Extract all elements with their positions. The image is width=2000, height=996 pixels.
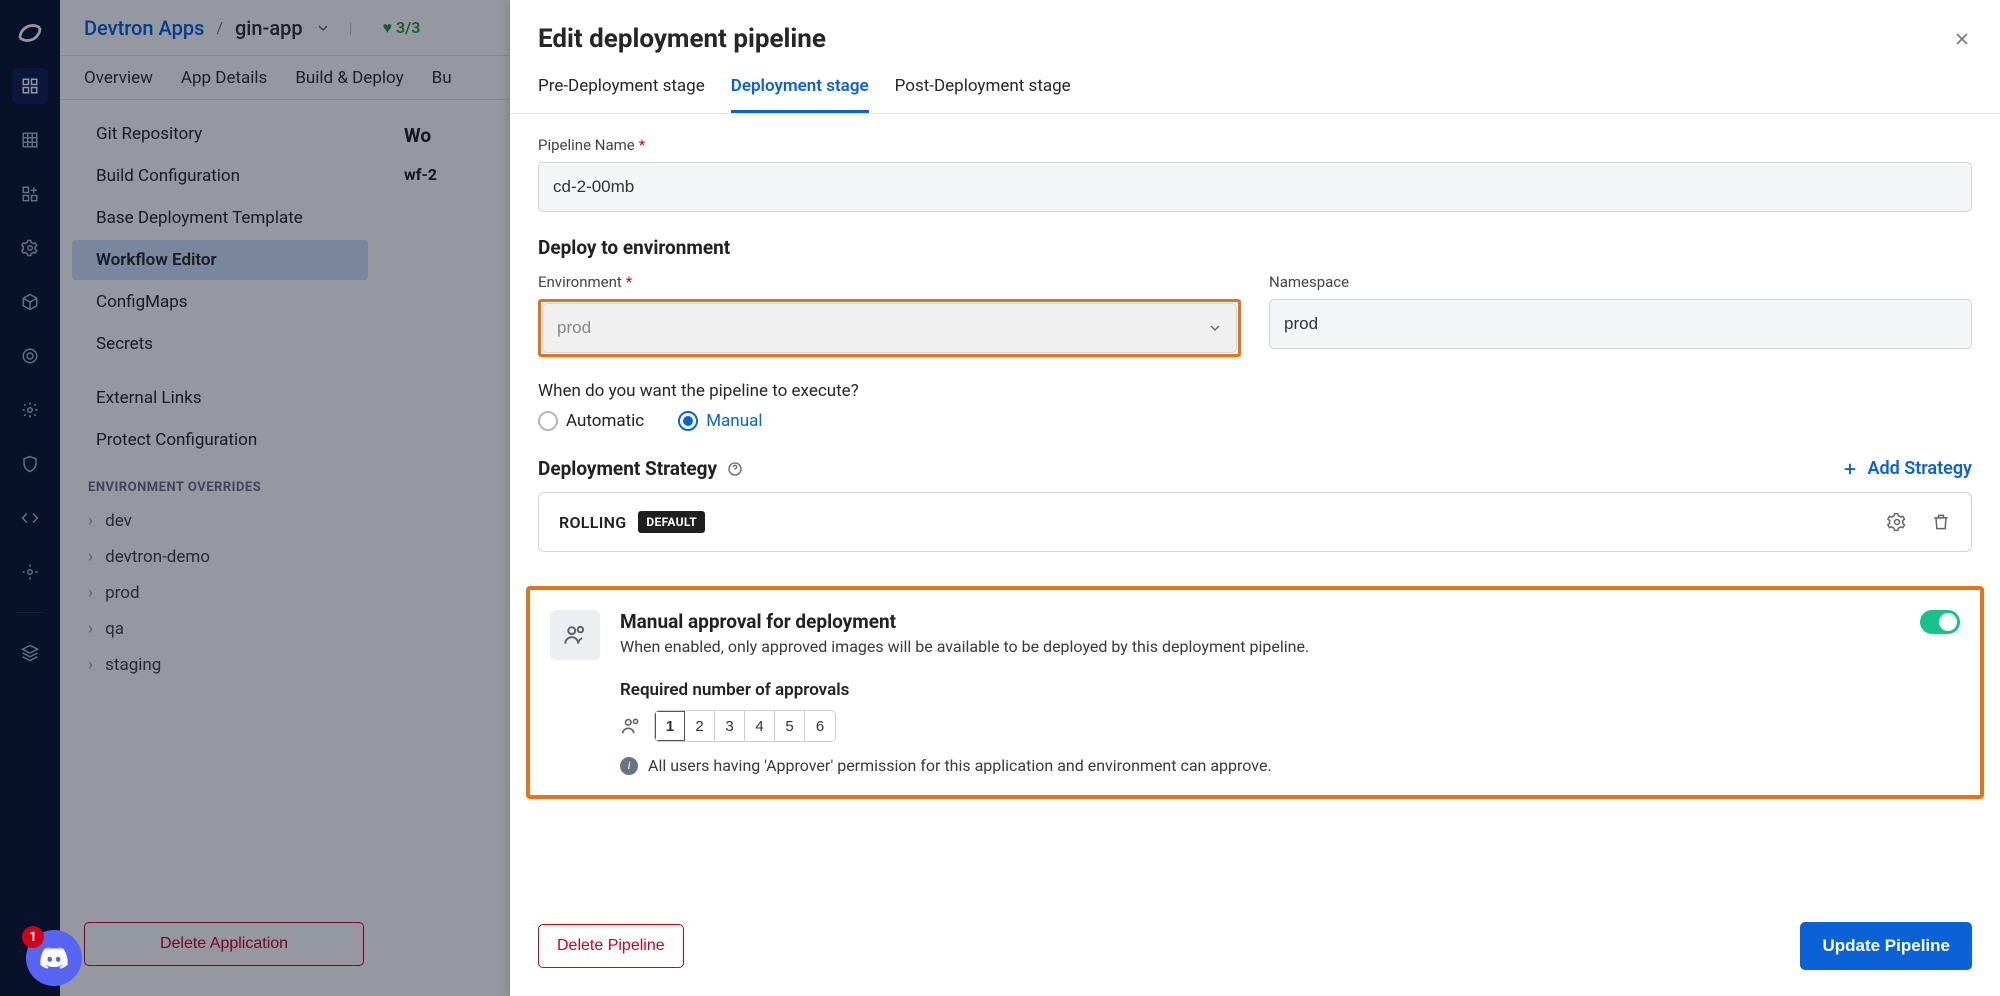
delete-pipeline-button[interactable]: Delete Pipeline xyxy=(538,924,684,968)
trash-icon[interactable] xyxy=(1931,512,1951,532)
info-icon: i xyxy=(620,757,638,775)
add-strategy-button[interactable]: Add Strategy xyxy=(1841,458,1972,479)
update-pipeline-button[interactable]: Update Pipeline xyxy=(1800,922,1972,970)
gear-icon[interactable] xyxy=(1887,512,1907,532)
namespace-label: Namespace xyxy=(1269,273,1972,291)
exec-question: When do you want the pipeline to execute… xyxy=(538,381,1972,401)
approval-opt-1[interactable]: 1 xyxy=(655,711,685,741)
tab-post-deployment[interactable]: Post-Deployment stage xyxy=(895,62,1071,113)
help-icon[interactable] xyxy=(727,461,743,477)
approvals-count-label: Required number of approvals xyxy=(620,680,1960,700)
tab-deployment[interactable]: Deployment stage xyxy=(731,62,869,113)
environment-select[interactable] xyxy=(542,303,1237,353)
approval-note: All users having 'Approver' permission f… xyxy=(648,756,1272,775)
users-icon xyxy=(550,610,600,660)
radio-manual[interactable]: Manual xyxy=(678,411,762,431)
approval-opt-4[interactable]: 4 xyxy=(745,711,775,741)
approval-opt-5[interactable]: 5 xyxy=(775,711,805,741)
approval-opt-3[interactable]: 3 xyxy=(715,711,745,741)
discord-icon xyxy=(39,946,69,970)
close-icon[interactable] xyxy=(1952,29,1972,49)
deploy-to-env-heading: Deploy to environment xyxy=(538,236,1972,259)
default-badge: DEFAULT xyxy=(638,511,705,533)
manual-approval-title: Manual approval for deployment xyxy=(620,610,1309,633)
chevron-down-icon xyxy=(1207,320,1223,336)
strategy-name: ROLLING xyxy=(559,513,626,532)
manual-approval-toggle[interactable] xyxy=(1920,610,1960,634)
radio-automatic[interactable]: Automatic xyxy=(538,411,644,431)
strategy-card: ROLLING DEFAULT xyxy=(538,492,1972,552)
approval-opt-6[interactable]: 6 xyxy=(805,711,835,741)
deployment-strategy-label: Deployment Strategy xyxy=(538,457,717,480)
namespace-input[interactable] xyxy=(1269,299,1972,349)
approvals-segmented[interactable]: 1 2 3 4 5 6 xyxy=(654,710,836,742)
drawer-tabs: Pre-Deployment stage Deployment stage Po… xyxy=(510,62,2000,114)
discord-bubble[interactable]: 1 xyxy=(26,930,82,986)
edit-pipeline-drawer: Edit deployment pipeline Pre-Deployment … xyxy=(510,0,2000,996)
pipeline-name-input[interactable] xyxy=(538,162,1972,212)
approval-opt-2[interactable]: 2 xyxy=(685,711,715,741)
environment-label: Environment* xyxy=(538,273,1241,291)
users-mini-icon xyxy=(620,715,642,737)
drawer-title: Edit deployment pipeline xyxy=(538,24,826,54)
manual-approval-section: Manual approval for deployment When enab… xyxy=(526,586,1984,799)
plus-icon xyxy=(1841,460,1859,478)
manual-approval-desc: When enabled, only approved images will … xyxy=(620,637,1309,656)
tab-pre-deployment[interactable]: Pre-Deployment stage xyxy=(538,62,705,113)
discord-badge: 1 xyxy=(22,926,44,948)
pipeline-name-label: Pipeline Name* xyxy=(538,136,1972,154)
